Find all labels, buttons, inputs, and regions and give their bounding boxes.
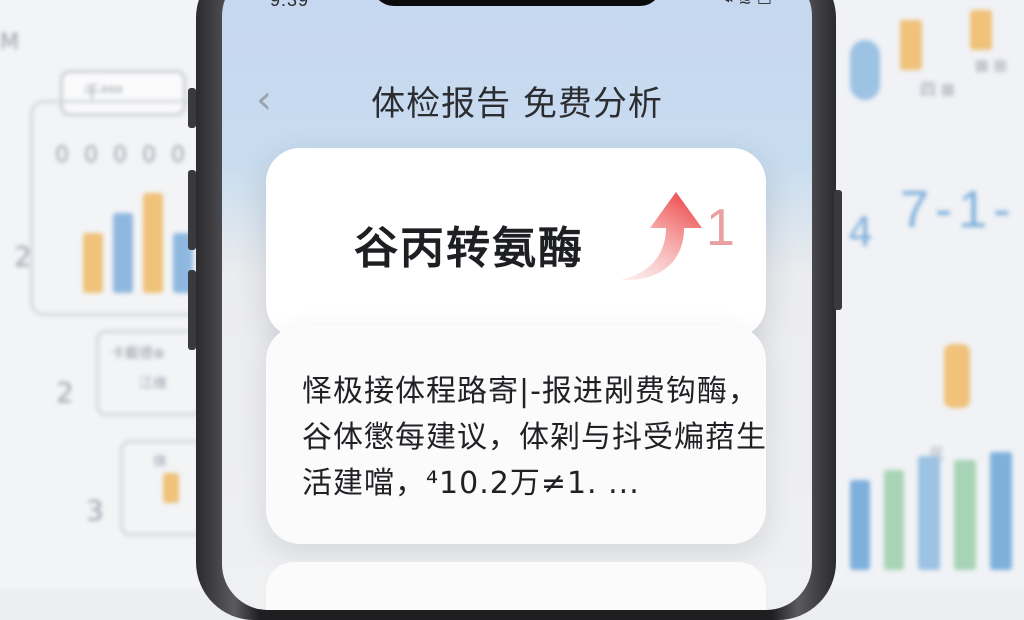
background-list-card-2: 体 xyxy=(120,440,206,536)
background-number-3: 3 xyxy=(86,494,104,527)
background-label-right-1: 四 ⊠ xyxy=(920,80,955,99)
background-bar-yellow xyxy=(944,344,970,408)
phone-screen: 9:39 ⌁ ≋ ▭ ‹ 体检报告 免费分析 谷丙转氨酶 1 怿极接体程路寄|-… xyxy=(222,0,812,610)
phone-mute-switch xyxy=(188,88,196,128)
next-card[interactable] xyxy=(266,562,766,610)
status-icons: ⌁ ≋ ▭ xyxy=(724,0,772,9)
analysis-card[interactable]: 怿极接体程路寄|-报进剐费钩酶， 谷体懲每建议，体刴与抖受煸萔生 活建噹，⁴10… xyxy=(266,326,766,544)
metric-card[interactable]: 谷丙转氨酶 1 xyxy=(266,148,766,338)
status-time: 9:39 xyxy=(270,0,310,10)
phone-volume-up-button xyxy=(188,170,196,250)
background-label-right-2: ⊠ ⊞ xyxy=(975,56,1007,75)
phone-notch xyxy=(372,0,662,6)
phone-power-button xyxy=(834,190,842,310)
analysis-line: 怿极接体程路寄|-报进剐费钩酶， xyxy=(302,374,759,409)
background-list-card-1: 卡戴德⊕ 江维 xyxy=(96,330,202,416)
background-tubes xyxy=(850,430,1024,576)
background-chart-card: 0 0 0 0 0 xyxy=(30,100,206,316)
background-side-number: 4 xyxy=(848,210,874,256)
analysis-line: 活建噹，⁴10.2万≠1. ... xyxy=(302,466,640,501)
phone-volume-down-button xyxy=(188,270,196,350)
analysis-line: 谷体懲每建议，体刴与抖受煸萔生 xyxy=(302,420,767,455)
background-label-m: M xyxy=(0,30,19,55)
background-number-1: 2 xyxy=(14,240,32,273)
background-number-2: 2 xyxy=(56,376,74,409)
background-gauge xyxy=(850,40,880,100)
background-big-number: 7-1- xyxy=(900,181,1017,239)
metric-name: 谷丙转氨酶 xyxy=(354,223,584,274)
metric-value: 1 xyxy=(706,199,735,257)
trend-up-arrow-icon xyxy=(620,192,702,281)
page-title: 体检报告 免费分析 xyxy=(371,84,663,124)
